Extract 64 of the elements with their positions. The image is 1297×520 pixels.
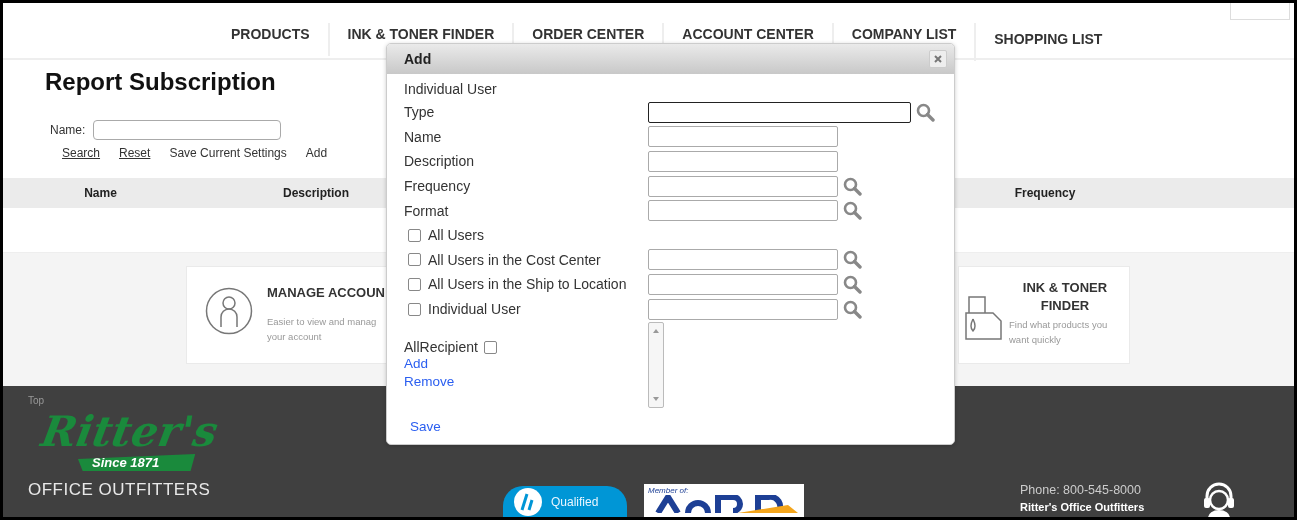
- search-field[interactable]: [1230, 3, 1290, 20]
- field-label: Name: [404, 128, 443, 145]
- card-title[interactable]: INK & TONER FINDER: [1009, 279, 1121, 315]
- checkbox-label: All Users: [428, 227, 484, 244]
- checkbox[interactable]: [408, 253, 421, 267]
- text-field[interactable]: [648, 249, 838, 271]
- printer-icon: [963, 293, 1003, 343]
- scroll-down-icon[interactable]: [653, 397, 659, 402]
- close-button[interactable]: [929, 50, 947, 68]
- top-link[interactable]: Top: [28, 395, 45, 406]
- column-header[interactable]: Name: [3, 186, 198, 200]
- text-field[interactable]: [648, 273, 838, 295]
- checkbox[interactable]: [408, 277, 421, 291]
- card-description: Easier to view and manag: [267, 315, 378, 329]
- member-logo[interactable]: Member of:: [644, 484, 804, 517]
- card-title[interactable]: MANAGE ACCOUN: [267, 285, 385, 300]
- search-icon[interactable]: [843, 176, 862, 196]
- person-icon: [205, 287, 253, 335]
- name-field[interactable]: [93, 120, 282, 140]
- search-icon[interactable]: [843, 201, 862, 221]
- card-description: want quickly: [1009, 333, 1062, 347]
- action-link[interactable]: Reset: [119, 146, 151, 160]
- card-description: Find what products you: [1009, 318, 1109, 332]
- checkbox[interactable]: [483, 340, 497, 354]
- nav-link[interactable]: SHOPPING LIST: [974, 23, 1121, 61]
- checkbox-label: Individual User: [428, 301, 521, 318]
- headset-icon[interactable]: [1202, 480, 1237, 517]
- company-name: OFFICE OUTFITTERS: [28, 480, 212, 500]
- save-link[interactable]: Save: [410, 418, 441, 437]
- action-link[interactable]: Save Current Settings: [169, 146, 287, 160]
- section-label: Individual User: [404, 81, 498, 99]
- text-field[interactable]: [648, 298, 838, 320]
- recipient-list[interactable]: [648, 322, 664, 409]
- close-icon[interactable]: [934, 55, 942, 63]
- search-icon[interactable]: [843, 274, 862, 294]
- search-icon[interactable]: [916, 102, 935, 122]
- search-icon[interactable]: [843, 299, 862, 319]
- company-logo[interactable]: Ritter's Since 1871: [28, 410, 228, 472]
- field-label: Name:: [50, 123, 86, 137]
- text-field[interactable]: [648, 200, 838, 222]
- text-field[interactable]: [648, 151, 838, 172]
- recipient-label: AllRecipient: [404, 339, 478, 356]
- field-label: Type: [404, 104, 436, 121]
- checkbox-label: All Users in the Cost Center: [428, 251, 601, 268]
- phone-number: Phone: 800-545-8000: [1020, 483, 1142, 497]
- checkbox[interactable]: [408, 302, 421, 316]
- field-label: Frequency: [404, 178, 472, 195]
- text-field[interactable]: [648, 175, 838, 197]
- text-field[interactable]: [648, 101, 911, 123]
- checkbox[interactable]: [408, 228, 421, 242]
- checkbox-label: All Users in the Ship to Location: [428, 276, 627, 293]
- field-label: Description: [404, 153, 476, 170]
- dialog-link[interactable]: Add: [404, 355, 648, 374]
- search-icon[interactable]: [843, 250, 862, 270]
- scroll-up-icon[interactable]: [653, 329, 659, 334]
- field-label: Format: [404, 202, 450, 219]
- action-link[interactable]: Search: [62, 146, 101, 160]
- dialog-link[interactable]: Remove: [404, 373, 648, 392]
- action-link[interactable]: Add: [305, 146, 328, 160]
- text-field[interactable]: [648, 126, 838, 148]
- page-title: Report Subscription: [45, 70, 276, 94]
- card-description: your account: [267, 330, 323, 344]
- company-address: Ritter's Office Outfitters: [1020, 501, 1145, 513]
- nav-link[interactable]: PRODUCTS: [213, 23, 328, 56]
